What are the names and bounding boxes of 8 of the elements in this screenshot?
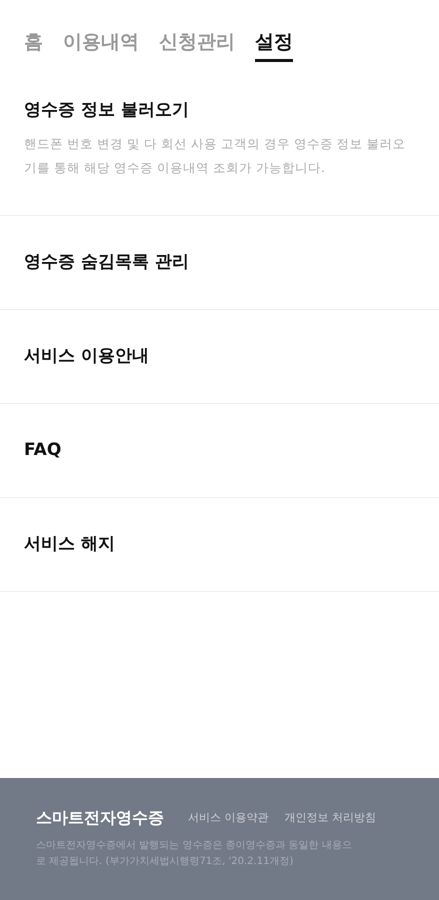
- menu-description: 핸드폰 번호 변경 및 다 회선 사용 고객의 경우 영수증 정보 불러오기를 통해 해당 영수증 이용내역 조회가 가능합니다.: [24, 134, 407, 176]
- menu-item[interactable]: FAQ: [24, 438, 415, 464]
- nav-tab[interactable]: 설정: [255, 28, 293, 62]
- footer-brand: 스마트전자영수증: [36, 807, 164, 829]
- menu-item[interactable]: 영수증 숨김목록 관리: [24, 250, 415, 276]
- menu-item[interactable]: 서비스 해지: [24, 532, 415, 558]
- menu-item[interactable]: 서비스 이용안내: [24, 344, 415, 370]
- menu-item[interactable]: 영수증 정보 불러오기: [24, 98, 415, 124]
